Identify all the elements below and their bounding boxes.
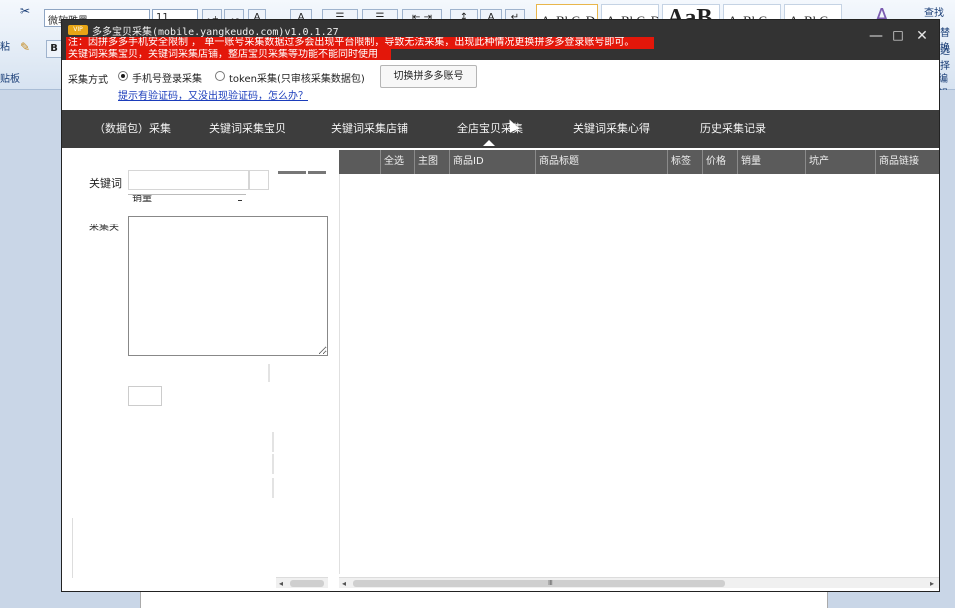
panel-separator xyxy=(272,454,274,474)
active-tab-indicator xyxy=(483,140,495,146)
window-title: 多多宝贝采集(mobile.yangkeudo.com)v1.0.1.27 xyxy=(92,27,339,38)
count-input[interactable] xyxy=(128,386,162,406)
bold-button[interactable]: B xyxy=(46,40,62,58)
scroll-thumb[interactable] xyxy=(290,580,324,587)
title-bar[interactable]: VIP 多多宝贝采集(mobile.yangkeudo.com)v1.0.1.2… xyxy=(62,20,939,61)
grid-header-blank xyxy=(339,150,380,174)
scroll-left-icon[interactable]: ◂ xyxy=(339,578,349,589)
collect-mode-label: 采集方式 xyxy=(68,75,108,86)
left-bottom-frame xyxy=(72,518,332,578)
close-icon[interactable]: ✕ xyxy=(913,28,931,44)
col-select-all[interactable]: 全选 xyxy=(380,150,414,174)
scroll-right-icon[interactable]: ▸ xyxy=(927,578,937,589)
format-painter-icon[interactable]: ✎ xyxy=(20,40,30,54)
collect-mode-panel: 采集方式 手机号登录采集 token采集(只审核采集数据包) 切换拼多多账号 提… xyxy=(62,60,939,110)
col-product-title[interactable]: 商品标题 xyxy=(535,150,667,174)
content-area: 关键词 销量 采集关 全选 主图 商品ID 商品标题 标签 价格 销量 坑产 商… xyxy=(62,148,939,591)
background-left-margin xyxy=(0,90,62,608)
maximize-icon[interactable]: □ xyxy=(889,28,907,42)
collected-keywords-label: 采集关 xyxy=(89,224,119,232)
divider-dash xyxy=(308,171,326,174)
tab-keyword-shops[interactable]: 关键词采集店铺 xyxy=(331,120,408,136)
background-right-margin xyxy=(939,90,955,608)
tab-keyword-items[interactable]: 关键词采集宝贝 xyxy=(209,120,286,136)
grid-horizontal-scrollbar[interactable]: ◂ Ⅲ ▸ xyxy=(339,577,939,588)
select-label[interactable]: 选择 xyxy=(940,42,955,72)
notice-line-1: 注：因拼多多手机安全限制 ， 单一账号采集数据过多会出现平台限制，导致无法采集，… xyxy=(66,37,654,49)
result-grid-header: 全选 主图 商品ID 商品标题 标签 价格 销量 坑产 商品链接 xyxy=(339,150,939,174)
cut-icon[interactable]: ✂ xyxy=(20,4,30,18)
divider-dash xyxy=(278,171,306,174)
vip-badge: VIP xyxy=(68,25,88,35)
keyword-label: 关键词 xyxy=(89,177,122,190)
scroll-thumb[interactable]: Ⅲ xyxy=(353,579,725,587)
keyword-side-box[interactable] xyxy=(249,170,269,190)
left-panel: 关键词 销量 采集关 xyxy=(62,148,339,591)
panel-separator xyxy=(272,478,274,498)
left-horizontal-scrollbar[interactable]: ◂ xyxy=(276,577,328,588)
tab-history[interactable]: 历史采集记录 xyxy=(700,120,766,136)
col-sales[interactable]: 销量 xyxy=(737,150,805,174)
tab-keyword-tips[interactable]: 关键词采集心得 xyxy=(573,120,650,136)
minimize-icon[interactable]: — xyxy=(867,28,885,44)
sort-select[interactable]: 销量 xyxy=(128,194,246,206)
scroll-thumb-grip: Ⅲ xyxy=(548,579,553,587)
panel-separator xyxy=(268,364,270,382)
tab-bar: （数据包）采集 关键词采集宝贝 关键词采集店铺 全店宝贝采集 关键词采集心得 历… xyxy=(62,110,939,148)
radio-phone-login-label[interactable]: 手机号登录采集 xyxy=(132,70,202,85)
radio-phone-login[interactable] xyxy=(118,71,128,81)
captcha-help-link[interactable]: 提示有验证码，又没出现验证码，怎么办？ xyxy=(118,87,308,102)
col-revenue[interactable]: 坑产 xyxy=(805,150,875,174)
col-product-link[interactable]: 商品链接 xyxy=(875,150,939,174)
scroll-left-icon[interactable]: ◂ xyxy=(276,578,286,589)
clipboard-group-label: 贴板 xyxy=(0,74,20,85)
find-label[interactable]: 查找 xyxy=(924,4,944,19)
radio-token[interactable] xyxy=(215,71,225,81)
tab-package-collect[interactable]: （数据包）采集 xyxy=(94,120,171,136)
col-tag[interactable]: 标签 xyxy=(667,150,702,174)
paste-label[interactable]: 粘 xyxy=(0,38,10,53)
col-price[interactable]: 价格 xyxy=(702,150,737,174)
sort-dropdown-marker xyxy=(238,200,242,201)
keywords-textarea[interactable] xyxy=(128,216,328,356)
keyword-input[interactable] xyxy=(128,170,249,190)
switch-account-button[interactable]: 切换拼多多账号 xyxy=(380,65,477,88)
background-document-page xyxy=(140,592,828,608)
radio-token-label[interactable]: token采集(只审核采集数据包) xyxy=(229,70,365,85)
panel-separator xyxy=(272,432,274,452)
app-window: VIP 多多宝贝采集(mobile.yangkeudo.com)v1.0.1.2… xyxy=(61,19,940,592)
col-main-image[interactable]: 主图 xyxy=(414,150,449,174)
result-grid-body[interactable] xyxy=(339,174,939,574)
col-product-id[interactable]: 商品ID xyxy=(449,150,535,174)
